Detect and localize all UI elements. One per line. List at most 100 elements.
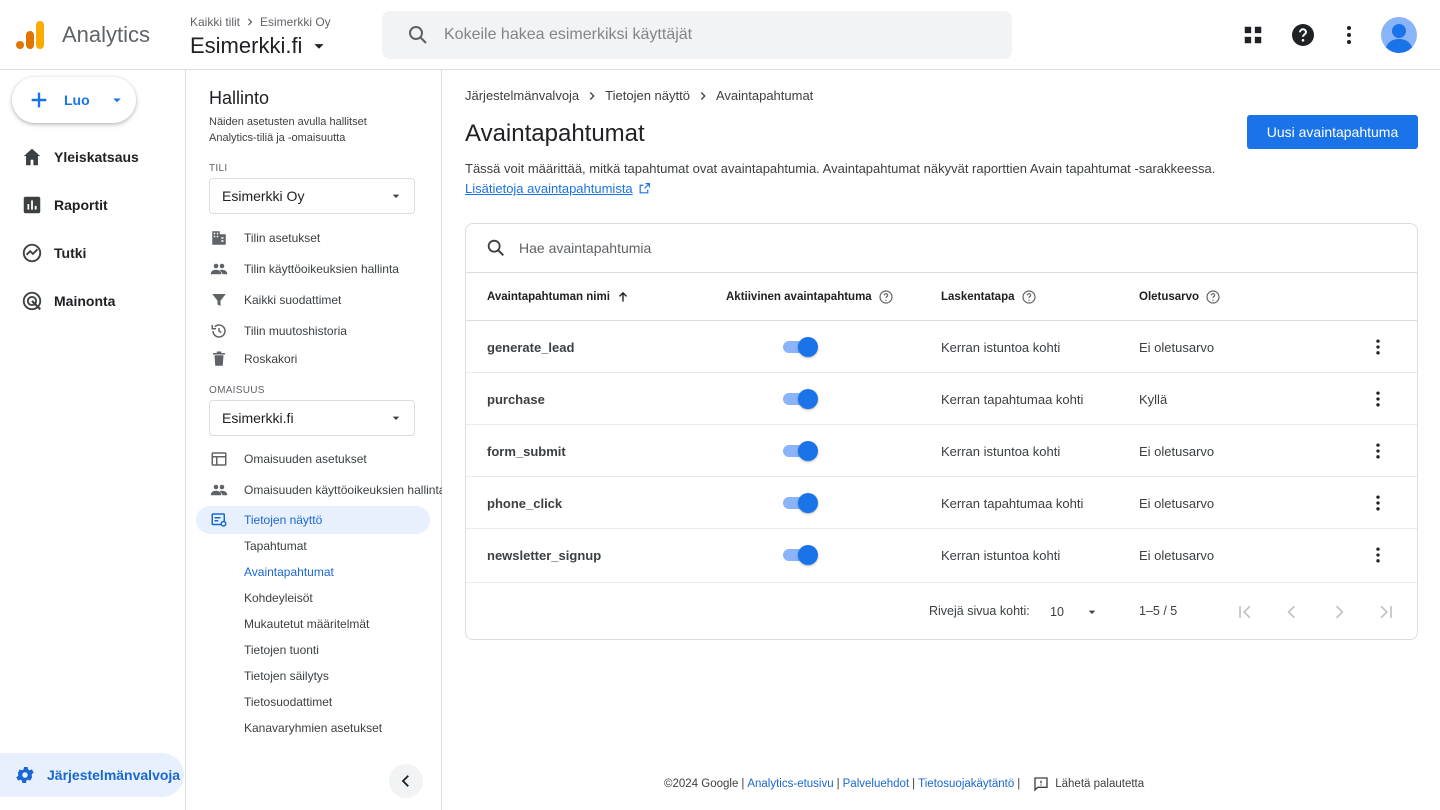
nav-item-explore[interactable]: Tutki [0,231,186,275]
sub-item-key-events[interactable]: Avaintapahtumat [244,561,334,583]
admin-item-change-history[interactable]: Tilin muutoshistoria [196,317,430,345]
column-header-default[interactable]: Oletusarvo [1139,273,1221,321]
column-header-method[interactable]: Laskentatapa [941,273,1037,321]
footer-link-privacy[interactable]: Tietosuojakäytäntö [918,778,1014,790]
breadcrumb-account[interactable]: Esimerkki Oy [260,15,331,29]
more-vert-icon[interactable] [1335,21,1363,49]
people-icon [210,260,228,278]
apps-icon[interactable] [1239,21,1267,49]
admin-item-account-access[interactable]: Tilin käyttöoikeuksien hallinta [196,255,430,283]
admin-item-label: Tilin asetukset [244,231,321,245]
more-vert-icon[interactable] [1366,491,1390,515]
nav-item-reports[interactable]: Raportit [0,183,186,227]
global-search-input[interactable] [444,26,984,44]
send-feedback-button[interactable]: Lähetä palautetta [1033,776,1144,792]
new-key-event-button[interactable]: Uusi avaintapahtuma [1247,115,1418,149]
active-toggle[interactable] [782,337,818,357]
admin-item-property-settings[interactable]: Omaisuuden asetukset [196,445,430,473]
account-section-label: TILI [209,163,228,174]
sub-item-channel-groups[interactable]: Kanavaryhmien asetukset [244,717,382,739]
top-app-bar: Analytics Kaikki tilit Esimerkki Oy Esim… [0,0,1440,70]
column-header-active[interactable]: Aktiivinen avaintapahtuma [726,273,894,321]
nav-item-admin[interactable]: Järjestelmänvalvoja [0,753,184,797]
column-header-label: Laskentatapa [941,291,1015,303]
active-toggle[interactable] [782,441,818,461]
admin-item-account-settings[interactable]: Tilin asetukset [196,224,430,252]
table-row[interactable]: form_submit Kerran istuntoa kohti Ei ole… [466,425,1417,477]
arrow-upward-icon [618,291,627,302]
footer-separator: | [912,778,916,790]
admin-item-data-display[interactable]: Tietojen näyttö [196,506,430,534]
admin-item-all-filters[interactable]: Kaikki suodattimet [196,286,430,314]
nav-item-overview[interactable]: Yleiskatsaus [0,135,186,179]
learn-more-link[interactable]: Lisätietoja avaintapahtumista [465,181,651,196]
first-page-icon[interactable] [1233,600,1257,624]
sub-item-data-import[interactable]: Tietojen tuonti [244,639,319,661]
property-selector[interactable]: Esimerkki.fi [190,33,330,59]
collapse-panel-button[interactable] [389,764,423,798]
more-vert-icon[interactable] [1366,543,1390,567]
admin-item-property-access[interactable]: Omaisuuden käyttöoikeuksien hallinta [196,476,445,504]
rows-per-page-value: 10 [1050,605,1064,619]
footer-link-terms[interactable]: Palveluehdot [843,778,910,790]
account-breadcrumb[interactable]: Kaikki tilit Esimerkki Oy [190,15,331,29]
nav-item-label: Tutki [54,245,87,261]
page-title: Avaintapahtumat [465,120,645,147]
more-vert-icon[interactable] [1366,439,1390,463]
avatar[interactable] [1381,17,1417,53]
nav-item-advertising[interactable]: Mainonta [0,279,186,323]
analytics-logo[interactable] [14,19,46,51]
more-vert-icon[interactable] [1366,387,1390,411]
nav-item-label: Yleiskatsaus [54,149,139,165]
active-toggle[interactable] [782,389,818,409]
sub-item-data-retention[interactable]: Tietojen säilytys [244,665,329,687]
active-toggle[interactable] [782,545,818,565]
sub-item-events[interactable]: Tapahtumat [244,535,307,557]
create-button-label: Luo [64,92,90,108]
table-row[interactable]: newsletter_signup Kerran istuntoa kohti … [466,529,1417,583]
admin-item-trash[interactable]: Roskakori [196,345,430,373]
table-row[interactable]: generate_lead Kerran istuntoa kohti Ei o… [466,321,1417,373]
breadcrumb-data-display[interactable]: Tietojen näyttö [605,88,690,103]
breadcrumb-admin[interactable]: Järjestelmänvalvoja [465,88,579,103]
last-page-icon[interactable] [1374,600,1398,624]
help-outline-icon[interactable] [878,289,894,305]
help-outline-icon[interactable] [1021,289,1037,305]
table-row[interactable]: purchase Kerran tapahtumaa kohti Kyllä [466,373,1417,425]
table-search-input[interactable] [519,240,1119,256]
send-feedback-label: Lähetä palautetta [1055,778,1145,790]
admin-panel-description: Näiden asetusten avulla hallitset Analyt… [209,116,367,144]
more-vert-icon[interactable] [1366,335,1390,359]
sub-item-audiences[interactable]: Kohdeyleisöt [244,587,313,609]
sub-item-custom-definitions[interactable]: Mukautetut määritelmät [244,613,369,635]
data-display-icon [210,511,228,529]
pagination: Rivejä sivua kohti: 10 1–5 / 5 [466,584,1417,640]
gear-icon [16,767,34,783]
open-in-new-icon [639,183,650,194]
rows-per-page-select[interactable]: 10 [1050,596,1100,628]
table-search[interactable] [466,224,1417,273]
column-header-name[interactable]: Avaintapahtuman nimi [487,273,630,321]
global-search[interactable] [382,11,1012,59]
account-select[interactable]: Esimerkki Oy [209,178,415,214]
admin-item-label: Omaisuuden asetukset [244,452,367,466]
property-select[interactable]: Esimerkki.fi [209,400,415,436]
pagination-range: 1–5 / 5 [1139,604,1178,618]
help-icon[interactable] [1289,21,1317,49]
chevron-left-icon [401,775,409,787]
table-header: Avaintapahtuman nimi Aktiivinen avaintap… [466,273,1417,321]
sub-item-data-filters[interactable]: Tietosuodattimet [244,691,332,713]
create-button[interactable]: Luo [12,77,136,123]
column-header-label: Aktiivinen avaintapahtuma [726,291,872,303]
default-value: Ei oletusarvo [1139,495,1215,511]
next-page-icon[interactable] [1327,600,1351,624]
property-name: Esimerkki.fi [190,33,303,58]
active-toggle[interactable] [782,493,818,513]
table-row[interactable]: phone_click Kerran tapahtumaa kohti Ei o… [466,477,1417,529]
property-select-value: Esimerkki.fi [222,410,294,426]
footer-link-analytics-home[interactable]: Analytics-etusivu [747,778,833,790]
previous-page-icon[interactable] [1280,600,1304,624]
breadcrumb-all-accounts[interactable]: Kaikki tilit [190,15,240,29]
help-outline-icon[interactable] [1205,289,1221,305]
table-layout-icon [210,450,228,468]
